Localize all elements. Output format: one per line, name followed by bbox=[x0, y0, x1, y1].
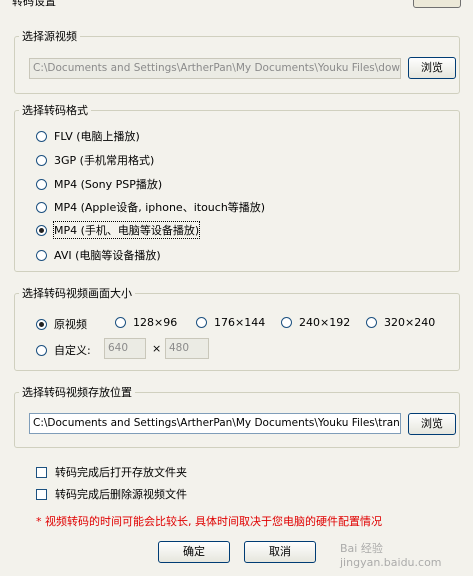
open-folder-option[interactable]: 转码完成后打开存放文件夹 bbox=[36, 464, 187, 480]
size-option-128x96[interactable]: 128×96 bbox=[115, 316, 177, 329]
times-sign: × bbox=[152, 342, 162, 355]
radio-icon[interactable] bbox=[36, 154, 47, 166]
size-option-label: 240×192 bbox=[299, 316, 351, 329]
source-browse-button[interactable]: 浏览 bbox=[408, 57, 456, 79]
output-legend: 选择转码视频存放位置 bbox=[22, 386, 132, 399]
format-option-label: 3GP (手机常用格式) bbox=[54, 154, 155, 167]
radio-icon[interactable] bbox=[36, 201, 47, 213]
radio-icon[interactable] bbox=[366, 317, 377, 328]
radio-icon[interactable] bbox=[281, 317, 292, 328]
format-option-mp4-mobile[interactable]: MP4 (手机、电脑等设备播放) bbox=[36, 221, 201, 239]
radio-icon[interactable] bbox=[36, 249, 47, 261]
format-option-label: MP4 (Apple设备, iphone、itouch等播放) bbox=[54, 201, 266, 214]
source-legend: 选择源视频 bbox=[22, 30, 77, 43]
format-option-label: FLV (电脑上播放) bbox=[54, 130, 140, 143]
radio-icon[interactable] bbox=[36, 344, 47, 356]
radio-icon[interactable] bbox=[36, 130, 47, 142]
checkbox-icon[interactable] bbox=[36, 466, 47, 478]
size-option-label: 320×240 bbox=[384, 316, 436, 329]
custom-height-input[interactable]: 480 bbox=[165, 338, 209, 359]
duration-note: * 视频转码的时间可能会比较长, 具体时间取决于您电脑的硬件配置情况 bbox=[36, 515, 382, 528]
watermark: Bai 经验 jingyan.baidu.com bbox=[340, 542, 442, 569]
format-option-flv[interactable]: FLV (电脑上播放) bbox=[36, 128, 140, 144]
format-option-mp4-apple[interactable]: MP4 (Apple设备, iphone、itouch等播放) bbox=[36, 199, 265, 215]
source-path-input[interactable]: C:\Documents and Settings\ArtherPan\My D… bbox=[29, 58, 401, 79]
radio-checked-icon[interactable] bbox=[36, 224, 47, 236]
radio-icon[interactable] bbox=[196, 317, 207, 328]
size-option-label: 128×96 bbox=[133, 316, 178, 329]
open-folder-label: 转码完成后打开存放文件夹 bbox=[55, 466, 187, 479]
title-bar: 转码设置 bbox=[0, 0, 473, 14]
format-option-3gp[interactable]: 3GP (手机常用格式) bbox=[36, 152, 154, 168]
cancel-button[interactable]: 取消 bbox=[244, 541, 316, 563]
format-option-label: MP4 (手机、电脑等设备播放) bbox=[52, 221, 201, 239]
delete-source-option[interactable]: 转码完成后删除源视频文件 bbox=[36, 486, 187, 502]
custom-width-input[interactable]: 640 bbox=[104, 338, 146, 359]
format-option-label: AVI (电脑等设备播放) bbox=[54, 249, 161, 262]
radio-icon[interactable] bbox=[115, 317, 126, 328]
window-title: 转码设置 bbox=[12, 0, 56, 8]
checkbox-icon[interactable] bbox=[36, 488, 47, 500]
size-option-176x144[interactable]: 176×144 bbox=[196, 316, 265, 329]
ok-button[interactable]: 确定 bbox=[158, 541, 230, 563]
size-option-320x240[interactable]: 320×240 bbox=[366, 316, 435, 329]
format-option-avi[interactable]: AVI (电脑等设备播放) bbox=[36, 247, 161, 263]
close-button[interactable] bbox=[413, 0, 461, 8]
delete-source-label: 转码完成后删除源视频文件 bbox=[55, 488, 187, 501]
radio-checked-icon[interactable] bbox=[36, 318, 47, 330]
size-option-240x192[interactable]: 240×192 bbox=[281, 316, 350, 329]
format-legend: 选择转码格式 bbox=[22, 104, 88, 117]
format-option-label: MP4 (Sony PSP播放) bbox=[54, 178, 163, 191]
radio-icon[interactable] bbox=[36, 178, 47, 190]
size-option-label: 原视频 bbox=[54, 318, 87, 331]
size-option-original[interactable]: 原视频 bbox=[36, 316, 87, 332]
size-option-label: 176×144 bbox=[214, 316, 266, 329]
output-path-input[interactable]: C:\Documents and Settings\ArtherPan\My D… bbox=[29, 413, 401, 434]
format-option-mp4-psp[interactable]: MP4 (Sony PSP播放) bbox=[36, 176, 162, 192]
custom-size-label: 自定义: bbox=[54, 344, 91, 357]
size-option-custom[interactable]: 自定义: bbox=[36, 342, 91, 358]
output-browse-button[interactable]: 浏览 bbox=[408, 413, 456, 435]
size-legend: 选择转码视频画面大小 bbox=[22, 287, 132, 300]
